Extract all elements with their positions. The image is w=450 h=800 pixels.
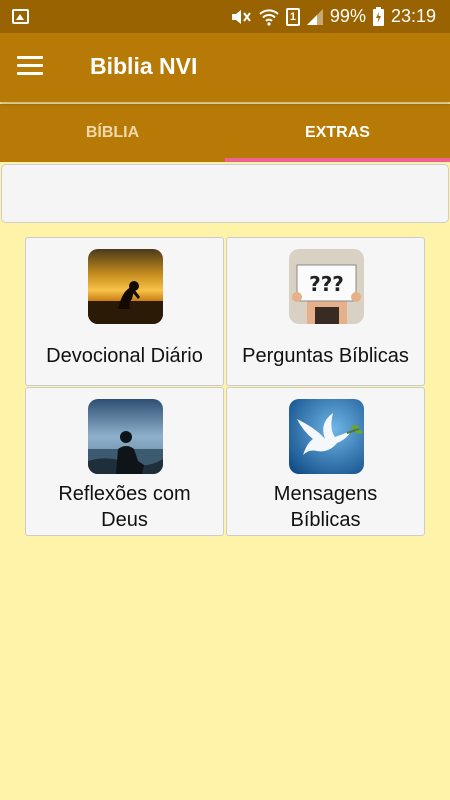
status-bar: 1 99% 23:19 (0, 0, 450, 33)
man-overlooking-sea-icon (88, 399, 163, 474)
dove-with-olive-branch-icon (289, 399, 364, 474)
card-label-line-1: Mensagens (273, 483, 378, 505)
battery-charging-icon (372, 7, 384, 26)
tab-extras[interactable]: EXTRAS (225, 104, 450, 162)
card-reflexoes-com-deus[interactable]: Reflexões com Deus (25, 387, 224, 536)
card-label: Mensagens Bíblicas (227, 481, 424, 533)
mute-icon (231, 9, 251, 24)
sim-icon: 1 (285, 7, 300, 26)
question-marks-sign-icon: ??? (289, 249, 364, 324)
search-field[interactable] (1, 164, 449, 223)
clock: 23:19 (390, 6, 436, 26)
card-label-line-2: Bíblicas (290, 509, 361, 531)
praying-silhouette-sunset-icon (88, 249, 163, 324)
battery-percent: 99% (329, 6, 366, 26)
card-perguntas-biblicas[interactable]: ??? Perguntas Bíblicas (226, 237, 425, 386)
svg-text:???: ??? (309, 272, 344, 296)
wifi-icon (259, 8, 279, 26)
card-label-line-2: Deus (101, 509, 148, 531)
card-label: Devocional Diário (46, 345, 203, 367)
card-label: Perguntas Bíblicas (242, 345, 409, 367)
tab-bar: BÍBLIA EXTRAS (0, 104, 450, 162)
card-devocional-diario[interactable]: Devocional Diário (25, 237, 224, 386)
app-title: Biblia NVI (90, 53, 198, 79)
card-label-line-1: Reflexões com (58, 483, 191, 505)
card-mensagens-biblicas[interactable]: Mensagens Bíblicas (226, 387, 425, 536)
app-bar: Biblia NVI (0, 33, 450, 102)
gallery-notification-icon (12, 9, 29, 24)
menu-icon[interactable] (17, 56, 43, 78)
signal-icon (306, 8, 323, 25)
card-label: Reflexões com Deus (26, 481, 223, 533)
tab-biblia[interactable]: BÍBLIA (0, 104, 225, 162)
